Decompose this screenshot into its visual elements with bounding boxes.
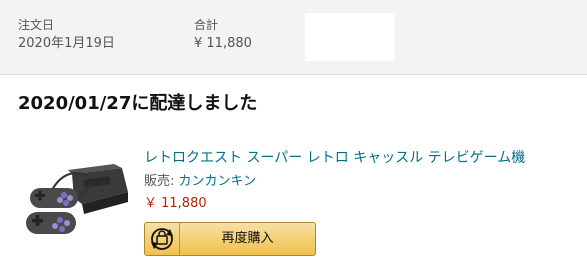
order-date-label: 注文日 (18, 18, 55, 32)
order-total-label: 合計 (194, 18, 219, 32)
delivery-status: 2020/01/27に配達しました (18, 93, 258, 114)
buy-again-label: 再度購入 (221, 231, 274, 246)
order-total-value: ¥ 11,880 (194, 36, 252, 51)
seller-link[interactable]: カンカンキン (179, 174, 257, 189)
order-total-block: 合計 ¥ 11,880 (194, 17, 252, 53)
item-price: ￥ 11,880 (144, 196, 207, 211)
order-date-block: 注文日 2020年1月19日 (18, 17, 115, 53)
redacted-area (305, 13, 395, 61)
seller-line: 販売: カンカンキン (144, 173, 256, 190)
product-title-link[interactable]: レトロクエスト スーパー レトロ キャッスル テレビゲーム機 (144, 149, 525, 167)
game-console-image (26, 164, 128, 234)
product-image[interactable] (22, 162, 130, 242)
seller-label: 販売: (144, 174, 179, 189)
buy-again-icon (145, 223, 180, 255)
buy-again-button[interactable]: 再度購入 (144, 222, 316, 256)
order-header: 注文日 2020年1月19日 合計 ¥ 11,880 (0, 0, 587, 75)
order-date-value: 2020年1月19日 (18, 36, 115, 51)
